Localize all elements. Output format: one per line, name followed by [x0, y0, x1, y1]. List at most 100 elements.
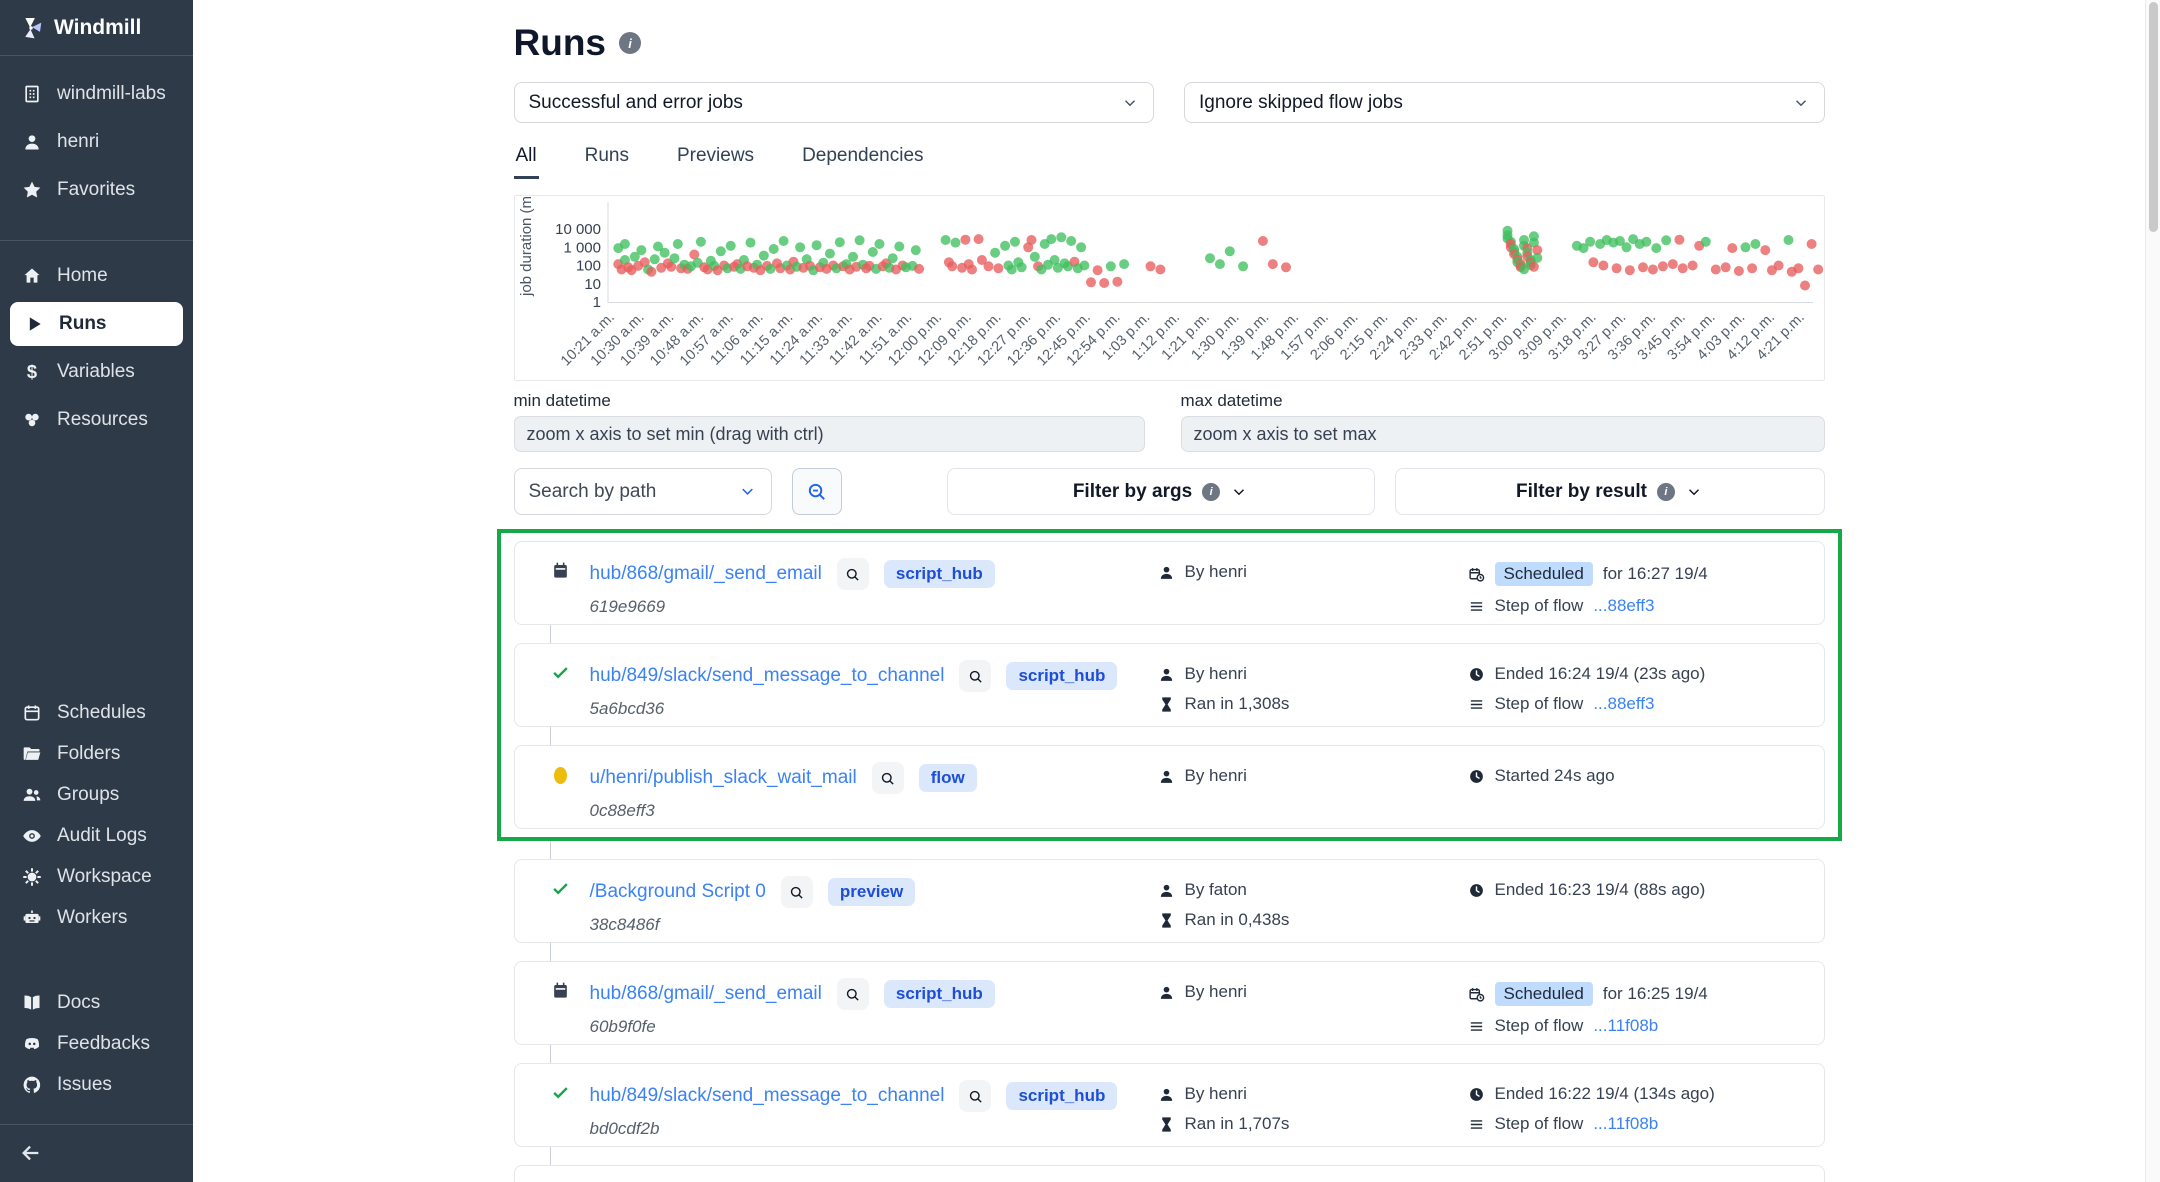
run-timing: for 16:25 19/4 [1603, 984, 1708, 1004]
skip-flow-select[interactable]: Ignore skipped flow jobs [1184, 82, 1825, 123]
job-kind-value: Successful and error jobs [529, 92, 743, 114]
building-icon [22, 84, 42, 104]
run-inspect-button[interactable] [872, 762, 904, 794]
run-card[interactable]: u/henri/publish_slack_wait_mailflowprevi… [514, 1165, 1825, 1182]
run-timing: Ended 16:23 19/4 (88s ago) [1495, 880, 1706, 900]
tab-runs[interactable]: Runs [583, 141, 631, 179]
run-status [549, 765, 573, 784]
run-card[interactable]: hub/868/gmail/_send_emailscript_hub60b9f… [514, 961, 1825, 1045]
run-card[interactable]: hub/868/gmail/_send_emailscript_hub619e9… [514, 541, 1825, 625]
svg-text:job duration (ms): job duration (ms) [518, 196, 535, 297]
search-icon [844, 986, 861, 1003]
run-inspect-button[interactable] [837, 978, 869, 1010]
parent-flow-link[interactable]: ...88eff3 [1593, 694, 1654, 714]
sidebar-item-windmill-labs[interactable]: windmill-labs [0, 70, 193, 118]
run-card[interactable]: /Background Script 0preview38c8486fBy fa… [514, 859, 1825, 943]
clock-icon [1468, 768, 1485, 785]
run-path-link[interactable]: hub/849/slack/send_message_to_channel [590, 1085, 945, 1107]
search-button[interactable] [792, 468, 842, 515]
run-author: By henri [1185, 664, 1247, 684]
person-icon [1158, 882, 1175, 899]
sidebar-item-schedules[interactable]: Schedules [0, 692, 193, 733]
sidebar-item-docs[interactable]: Docs [0, 982, 193, 1023]
sidebar-item-folders[interactable]: Folders [0, 733, 193, 774]
chevron-down-icon [1685, 483, 1703, 501]
sidebar-item-label: Variables [57, 361, 135, 383]
search-by-path-select[interactable]: Search by path [514, 468, 772, 515]
run-path-link[interactable]: hub/868/gmail/_send_email [590, 563, 822, 585]
search-icon [788, 884, 805, 901]
run-path-link[interactable]: hub/849/slack/send_message_to_channel [590, 665, 945, 687]
sidebar-item-favorites[interactable]: Favorites [0, 166, 193, 214]
run-path-link[interactable]: hub/868/gmail/_send_email [590, 983, 822, 1005]
app-logo[interactable]: Windmill [0, 0, 193, 56]
running-dot-icon [554, 767, 567, 784]
parent-flow-link[interactable]: ...11f08b [1593, 1114, 1658, 1134]
filter-by-result-button[interactable]: Filter by result i [1395, 468, 1825, 515]
scheduled-calendar-icon [551, 981, 570, 1000]
parent-flow-link[interactable]: ...88eff3 [1593, 596, 1654, 616]
sidebar-item-workers[interactable]: Workers [0, 897, 193, 938]
run-connector-line [550, 727, 551, 745]
job-duration-chart[interactable]: job duration (ms)10 0001 00010010110:21 … [514, 195, 1825, 381]
sidebar-item-variables[interactable]: Variables [0, 348, 193, 396]
collapse-sidebar-icon[interactable] [20, 1142, 42, 1164]
sidebar-item-audit-logs[interactable]: Audit Logs [0, 815, 193, 856]
sidebar-item-workspace[interactable]: Workspace [0, 856, 193, 897]
scrollbar-thumb[interactable] [2149, 2, 2158, 232]
tab-dependencies[interactable]: Dependencies [800, 141, 925, 179]
user-icon [22, 132, 42, 152]
run-author: By faton [1185, 880, 1247, 900]
run-inspect-button[interactable] [781, 876, 813, 908]
sidebar-item-label: Home [57, 265, 108, 287]
person-icon [1158, 1086, 1175, 1103]
run-inspect-button[interactable] [959, 1080, 991, 1112]
run-path-link[interactable]: /Background Script 0 [590, 881, 766, 903]
run-connector-line [550, 841, 551, 859]
sidebar-item-issues[interactable]: Issues [0, 1064, 193, 1105]
run-author: By henri [1185, 982, 1247, 1002]
run-card[interactable]: hub/849/slack/send_message_to_channelscr… [514, 643, 1825, 727]
search-icon [844, 566, 861, 583]
sidebar-meta-nav: DocsFeedbacksIssues [0, 982, 193, 1105]
run-inspect-button[interactable] [837, 558, 869, 590]
sidebar-item-henri[interactable]: henri [0, 118, 193, 166]
parent-flow-link[interactable]: ...11f08b [1593, 1016, 1658, 1036]
hourglass-icon [1158, 696, 1175, 713]
sidebar-item-home[interactable]: Home [0, 252, 193, 300]
sidebar-item-label: Workspace [57, 866, 152, 888]
run-status [549, 561, 573, 580]
home-icon [22, 266, 42, 286]
windmill-logo-icon [18, 15, 44, 41]
sidebar-admin-nav: SchedulesFoldersGroupsAudit Logs Workspac… [0, 692, 193, 938]
sidebar-item-groups[interactable]: Groups [0, 774, 193, 815]
run-path-link[interactable]: u/henri/publish_slack_wait_mail [590, 767, 857, 789]
run-card[interactable]: hub/849/slack/send_message_to_channelscr… [514, 1063, 1825, 1147]
run-status [549, 1083, 573, 1102]
run-card[interactable]: u/henri/publish_slack_wait_mailflow0c88e… [514, 745, 1825, 829]
run-id: bd0cdf2b [590, 1119, 1118, 1139]
max-datetime-input[interactable] [1181, 416, 1825, 452]
scheduled-chip: Scheduled [1495, 982, 1593, 1006]
book-icon [22, 993, 42, 1013]
min-datetime-input[interactable] [514, 416, 1145, 452]
run-id: 60b9f0fe [590, 1017, 995, 1037]
step-of-flow-label: Step of flow [1495, 1016, 1584, 1036]
person-icon [1158, 768, 1175, 785]
chevron-down-icon [1121, 94, 1139, 112]
filter-by-args-label: Filter by args [1073, 481, 1192, 503]
tab-previews[interactable]: Previews [675, 141, 756, 179]
sidebar: Windmill windmill-labshenriFavorites Hom… [0, 0, 193, 1182]
job-kind-select[interactable]: Successful and error jobs [514, 82, 1155, 123]
tab-all[interactable]: All [514, 141, 539, 179]
run-inspect-button[interactable] [959, 660, 991, 692]
min-datetime-label: min datetime [514, 391, 1145, 411]
scrollbar[interactable] [2145, 0, 2160, 1182]
search-icon [967, 1088, 984, 1105]
sidebar-item-feedbacks[interactable]: Feedbacks [0, 1023, 193, 1064]
sidebar-item-resources[interactable]: Resources [0, 396, 193, 444]
circles-icon [22, 410, 42, 430]
run-duration: Ran in 1,707s [1185, 1114, 1290, 1134]
sidebar-item-runs[interactable]: Runs [10, 302, 183, 346]
filter-by-args-button[interactable]: Filter by args i [947, 468, 1375, 515]
